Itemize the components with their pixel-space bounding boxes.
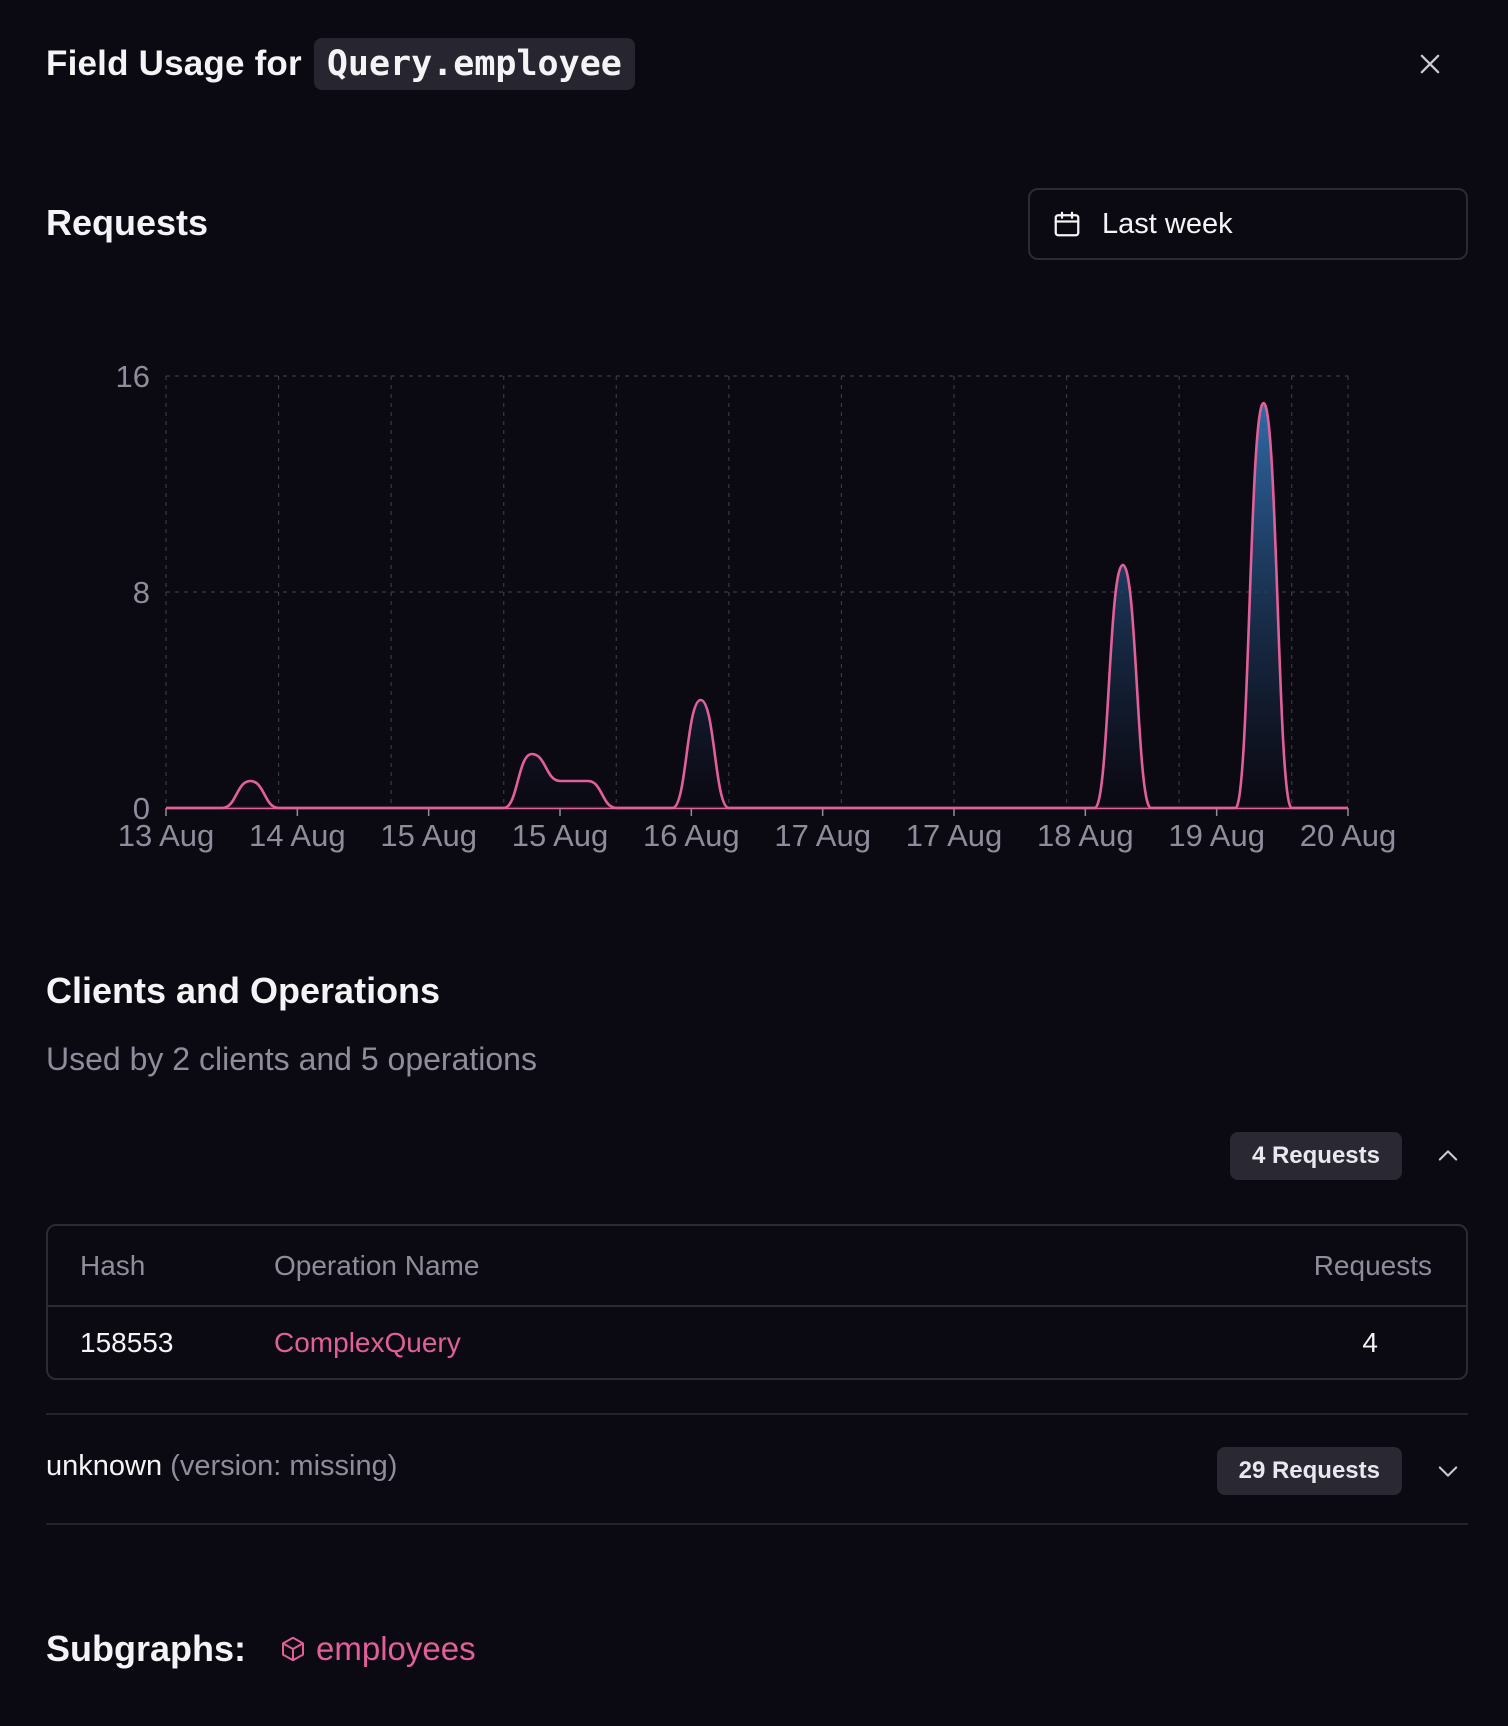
client-2-controls: 29 Requests	[1216, 1447, 1462, 1495]
operation-hash: 158553	[80, 1326, 174, 1358]
requests-chart-svg: 081613 Aug 14 Aug 15 Aug 15 Aug 16 Aug 17 Aug…	[116, 359, 1397, 853]
client-2-name: unknown	[46, 1450, 163, 1482]
x-tick-label: 19 Aug	[1168, 818, 1265, 853]
subgraphs-row: Subgraphs: employees	[46, 1628, 476, 1670]
series-line	[165, 401, 1350, 810]
calendar-icon	[1054, 211, 1080, 237]
x-tick-label: 17 Aug	[774, 818, 871, 853]
panel-header: Field Usage for Query.employee	[46, 36, 1462, 92]
subgraph-link-employees[interactable]: employees	[278, 1630, 476, 1668]
requests-title: Requests	[46, 202, 209, 243]
table-header: Hash Operation Name Requests	[48, 1226, 1466, 1307]
x-tick-label: 17 Aug	[906, 818, 1003, 853]
client-2-label[interactable]: unknown (version: missing)	[46, 1450, 397, 1483]
x-tick-label: 13 Aug	[118, 818, 215, 853]
y-tick-label: 16	[116, 359, 150, 394]
x-tick-label: 18 Aug	[1037, 818, 1134, 853]
clients-title: Clients and Operations	[46, 970, 441, 1011]
x-tick-label: 20 Aug	[1300, 818, 1397, 853]
cube-icon	[282, 1636, 305, 1662]
field-usage-panel: Field Usage for Query.employee Requests …	[0, 0, 1508, 1726]
x-tick-label: 15 Aug	[512, 818, 609, 853]
operation-requests: 4	[1362, 1326, 1378, 1358]
divider	[46, 1413, 1468, 1415]
series-area	[166, 403, 1348, 808]
date-range-label: Last week	[1102, 207, 1233, 240]
clients-subtitle: Used by 2 clients and 5 operations	[46, 1041, 537, 1077]
x-tick-label: 16 Aug	[643, 818, 740, 853]
close-icon[interactable]	[1416, 50, 1444, 78]
column-header-requests: Requests	[1313, 1249, 1432, 1281]
client-2-version: (version: missing)	[170, 1450, 398, 1482]
x-tick-label: 14 Aug	[249, 818, 346, 853]
client-2-requests-badge: 29 Requests	[1216, 1447, 1402, 1495]
column-header-operation-name: Operation Name	[274, 1249, 480, 1281]
column-header-hash: Hash	[80, 1249, 146, 1281]
operations-table: Hash Operation Name Requests 158553 Comp…	[46, 1224, 1468, 1380]
panel-title: Field Usage for	[46, 44, 302, 83]
divider	[46, 1523, 1468, 1525]
client-1-requests-badge: 4 Requests	[1229, 1132, 1402, 1180]
requests-chart: 0 8 16 13 Aug 14 Aug 15 Aug 15 Aug 16 Aug 17 Aug…	[100, 350, 1420, 870]
chevron-down-icon[interactable]	[1434, 1457, 1462, 1485]
subgraph-name: employees	[316, 1630, 476, 1667]
table-row: 158553 ComplexQuery 4	[48, 1307, 1466, 1378]
date-range-select[interactable]: Last week	[1028, 188, 1468, 260]
chevron-up-icon[interactable]	[1434, 1142, 1462, 1170]
subgraphs-label: Subgraphs:	[46, 1628, 247, 1669]
operation-name-link[interactable]: ComplexQuery	[274, 1327, 461, 1359]
y-tick-label: 8	[133, 575, 150, 610]
field-name-code: Query.employee	[313, 38, 635, 90]
client-1-controls: 4 Requests	[1229, 1132, 1462, 1180]
x-tick-label: 15 Aug	[380, 818, 477, 853]
